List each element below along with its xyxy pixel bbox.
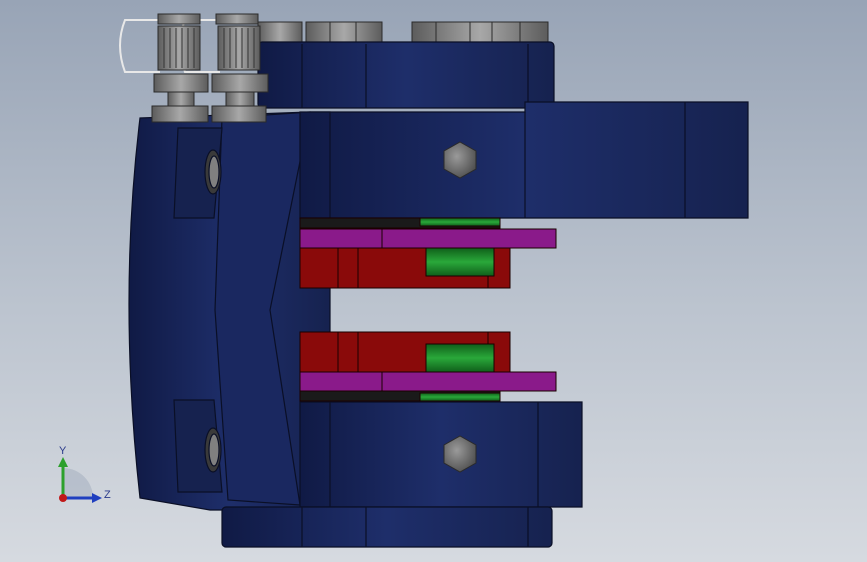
- view-orientation-triad: Y Z: [58, 445, 111, 503]
- z-arrowhead-icon: [92, 493, 102, 503]
- x-axis-dot: [59, 494, 67, 502]
- z-axis-label: Z: [104, 489, 111, 501]
- lower-arm: [299, 401, 583, 508]
- triad-quadrant: [63, 468, 93, 498]
- lower-pad-assembly: [299, 331, 557, 402]
- upper-arm: [299, 101, 749, 219]
- adjuster-knobs: [119, 13, 269, 123]
- y-arrowhead-icon: [58, 457, 68, 467]
- upper-pad-assembly: [299, 217, 557, 289]
- y-axis-label: Y: [59, 445, 67, 457]
- lower-bridge: [221, 506, 553, 548]
- top-nuts: [257, 21, 549, 45]
- upper-side-block: [173, 127, 223, 219]
- lower-side-block: [173, 399, 223, 493]
- cad-viewport[interactable]: [0, 0, 867, 562]
- upper-bridge: [257, 41, 555, 109]
